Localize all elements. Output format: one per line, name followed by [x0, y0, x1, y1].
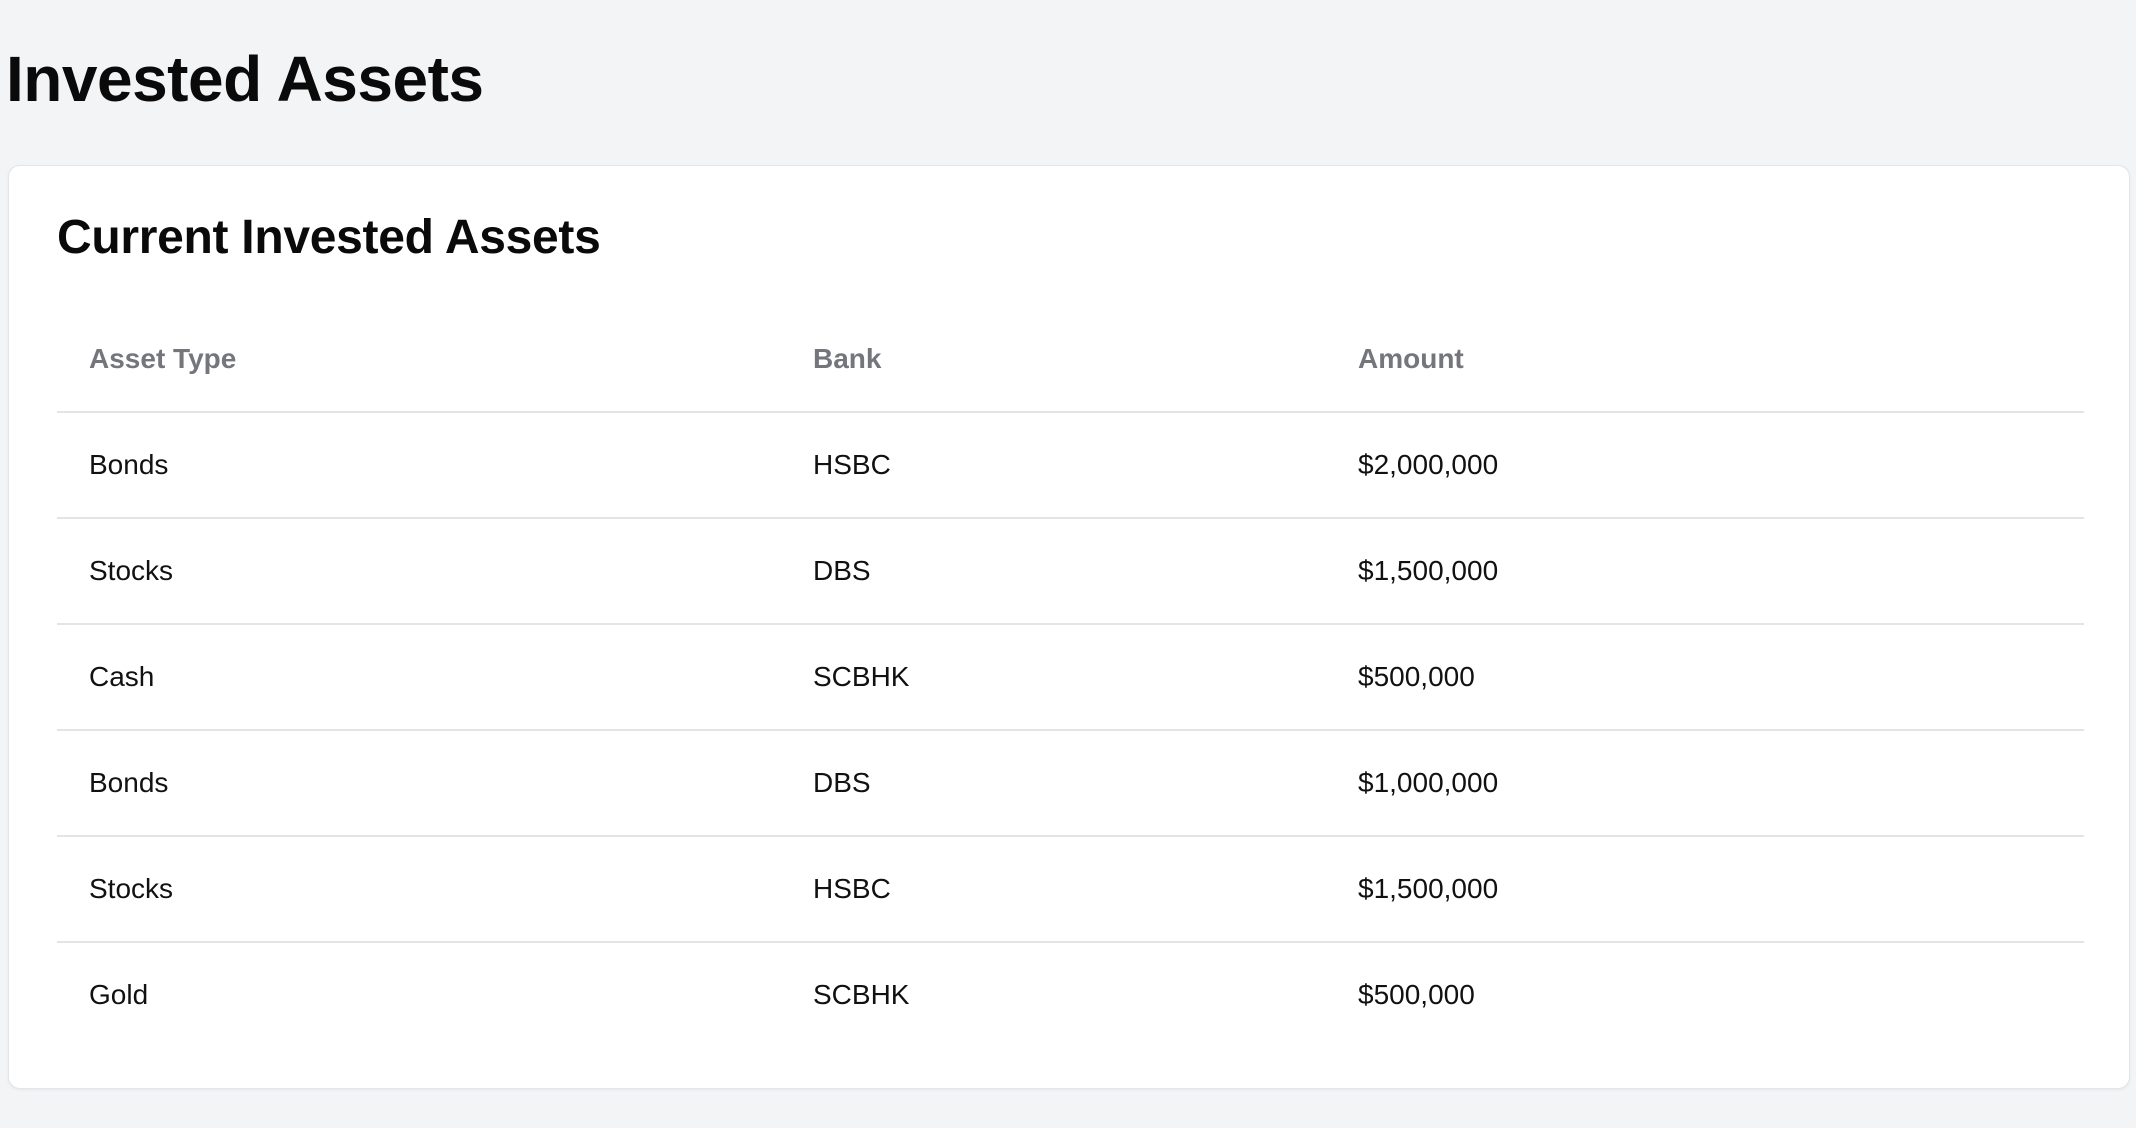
cell-amount: $500,000 — [1326, 624, 2084, 731]
assets-table: Asset Type Bank Amount Bonds HSBC $2,000… — [57, 306, 2084, 1047]
cell-asset-type: Stocks — [57, 518, 781, 625]
cell-amount: $500,000 — [1358, 979, 1475, 1010]
page-title: Invested Assets — [6, 43, 484, 115]
column-header-asset-type: Asset Type — [57, 306, 781, 413]
cell-amount: $2,000,000 — [1326, 412, 2084, 519]
card-title: Current Invested Assets — [57, 211, 601, 264]
cell-asset-type: Bonds — [57, 412, 781, 519]
cell-bank: SCBHK — [813, 979, 910, 1010]
cell-asset-type: Gold — [89, 979, 149, 1010]
table-body: Bonds HSBC $2,000,000 Stocks DBS $1,500,… — [57, 412, 2084, 1047]
cell-amount: $1,500,000 — [1326, 836, 2084, 943]
table-row: Cash SCBHK $500,000 — [57, 624, 2084, 731]
column-header-amount: Amount — [1326, 306, 2084, 413]
cell-amount: $1,000,000 — [1326, 730, 2084, 837]
cell-asset-type: Bonds — [57, 730, 781, 837]
table-row: Stocks DBS $1,500,000 — [57, 518, 2084, 625]
cell-bank: DBS — [781, 518, 1326, 625]
cell-asset-type: Cash — [57, 624, 781, 731]
cell-bank: DBS — [781, 730, 1326, 837]
invested-assets-card: Current Invested Assets Asset Type Bank … — [8, 165, 2130, 1089]
cell-asset-type: Stocks — [57, 836, 781, 943]
cell-bank: HSBC — [781, 412, 1326, 519]
table-row: Bonds HSBC $2,000,000 — [57, 412, 2084, 519]
page: Invested Assets Current Invested Assets … — [0, 0, 2136, 1128]
table-row: Bonds DBS $1,000,000 — [57, 730, 2084, 837]
table-row: Stocks HSBC $1,500,000 — [57, 836, 2084, 943]
cell-bank: HSBC — [781, 836, 1326, 943]
table-header-row: Asset Type Bank Amount — [57, 306, 2084, 413]
column-header-bank: Bank — [781, 306, 1326, 413]
table-header: Asset Type Bank Amount — [57, 306, 2084, 413]
table-row: Gold SCBHK $500,000 — [57, 942, 2084, 1047]
cell-amount: $1,500,000 — [1326, 518, 2084, 625]
cell-bank: SCBHK — [781, 624, 1326, 731]
